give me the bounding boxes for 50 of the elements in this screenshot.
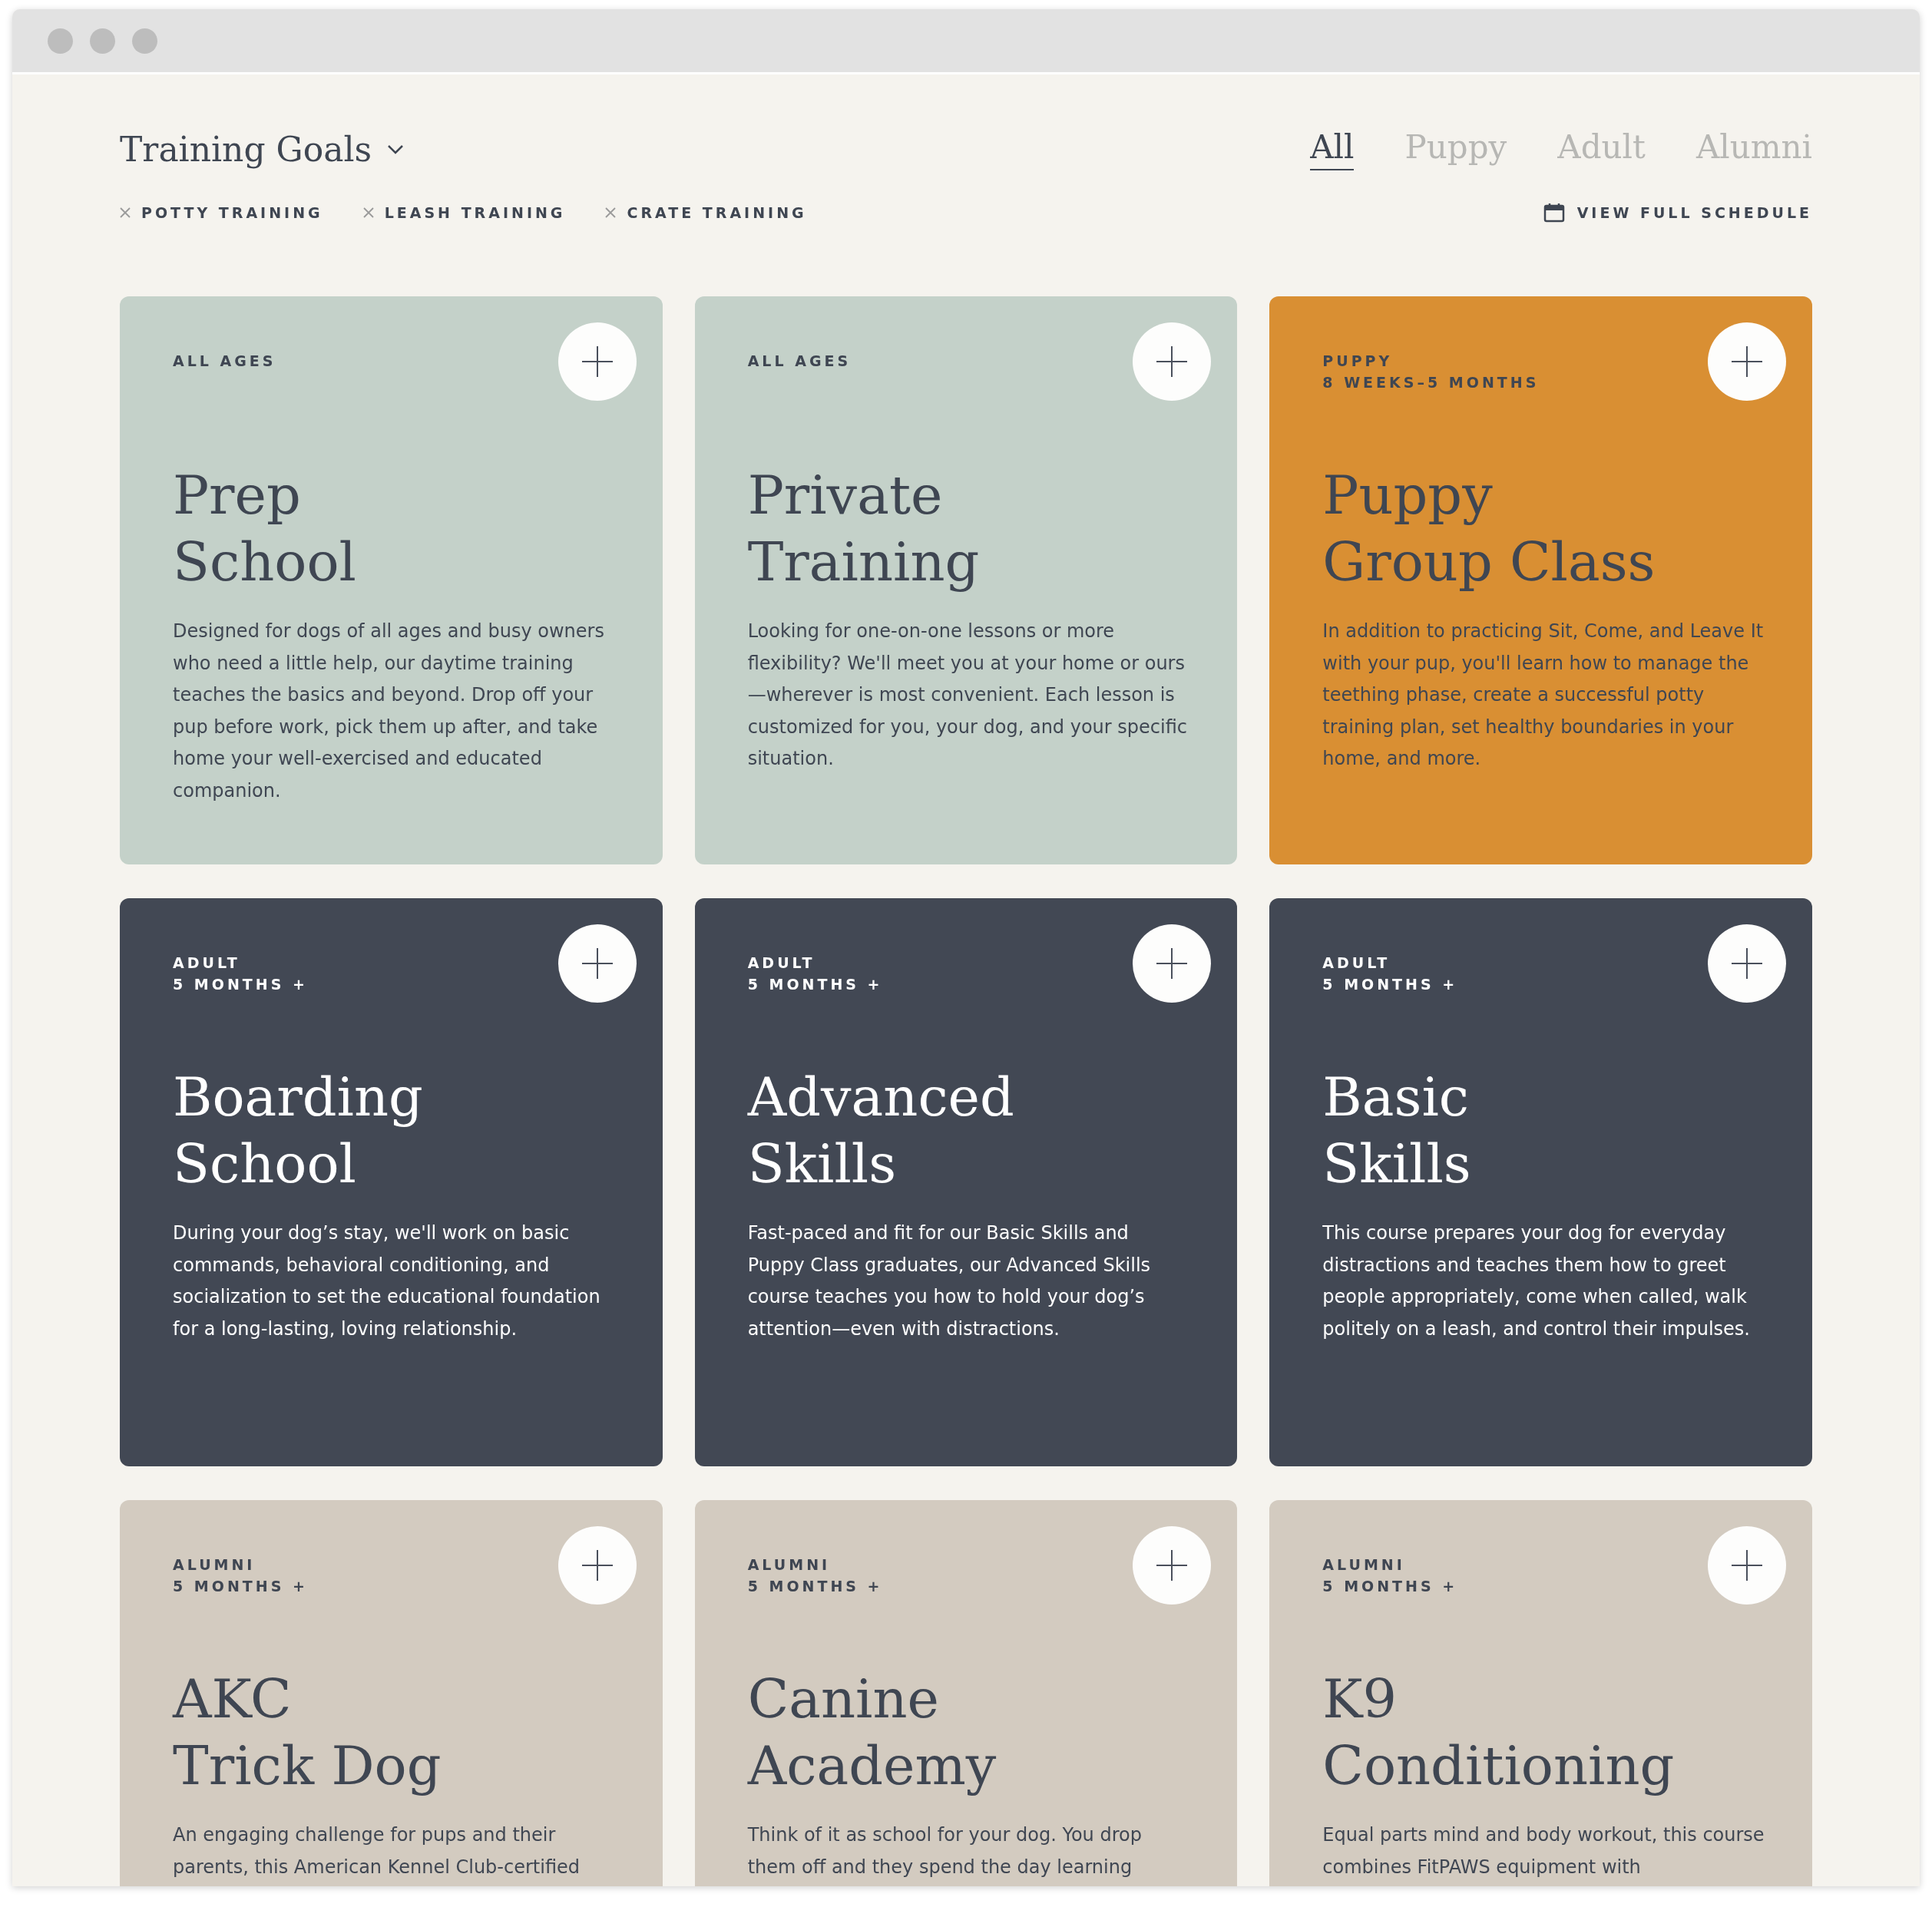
- course-title: AKC Trick Dog: [173, 1667, 442, 1799]
- course-description: Think of it as school for your dog. You drop them off and they spend the day learning: [747, 1823, 1143, 1879]
- plus-icon: [1732, 346, 1762, 377]
- age-label: ALL AGES: [747, 352, 852, 371]
- age-label: ADULT 5 MONTHS +: [1322, 954, 1458, 994]
- age-label: ADULT 5 MONTHS +: [173, 954, 308, 994]
- close-icon: [362, 207, 374, 218]
- plus-icon: [581, 948, 613, 979]
- chevron-down-icon: [387, 144, 405, 155]
- close-icon: [120, 207, 131, 218]
- age-label: ADULT 5 MONTHS +: [747, 954, 883, 994]
- age-label: ALL AGES: [173, 352, 276, 371]
- course-description: Fast-paced and fit for our Basic Skills and Puppy Class graduates, our Advanced Skills course teaches you how to hold your dog’s attention—even with distractions.: [747, 1221, 1152, 1341]
- age-label: ALUMNI 5 MONTHS +: [173, 1555, 308, 1596]
- calendar-icon: [1543, 203, 1565, 223]
- age-label: ALUMNI 5 MONTHS +: [747, 1555, 883, 1596]
- course-title: K9 Conditioning: [1322, 1667, 1675, 1799]
- training-goals-dropdown[interactable]: Training Goals: [120, 130, 405, 169]
- course-title: Boarding School: [173, 1065, 423, 1197]
- course-description: An engaging challenge for pups and their parents, this American Kennel Club-certified: [173, 1823, 581, 1879]
- close-icon: [605, 207, 617, 218]
- course-title: Private Training: [747, 463, 980, 595]
- plus-icon: [581, 1550, 613, 1581]
- filter-chip[interactable]: CRATE TRAINING: [605, 204, 807, 221]
- window-dot[interactable]: [132, 28, 157, 54]
- filter-tab[interactable]: All: [1310, 128, 1355, 170]
- course-description: Designed for dogs of all ages and busy owners who need a little help, our daytime training teaches the basics and beyond. Drop off your pup before work, pick them up after, and take home your well-exercised and educated companion.: [173, 620, 605, 803]
- course-title: Canine Academy: [747, 1667, 997, 1799]
- course-description: In addition to practicing Sit, Come, and Leave It with your pup, you'll learn how to manage the teething phase, create a successful potty training plan, set healthy boundaries in your home, and more.: [1322, 620, 1765, 771]
- plus-icon: [1732, 948, 1762, 979]
- course-title: Basic Skills: [1322, 1065, 1471, 1197]
- course-description: This course prepares your dog for everyday distractions and teaches them how to greet people appropriately, come when called, walk politely on a leash, and control their impulses.: [1322, 1221, 1751, 1341]
- plus-icon: [1156, 948, 1188, 979]
- filter-chip[interactable]: POTTY TRAINING: [120, 204, 323, 221]
- window-dot[interactable]: [48, 28, 73, 54]
- age-label: ALUMNI 5 MONTHS +: [1322, 1555, 1458, 1596]
- plus-icon: [581, 346, 613, 377]
- filter-chip[interactable]: LEASH TRAINING: [362, 204, 566, 221]
- age-label: PUPPY 8 WEEKS–5 MONTHS: [1322, 352, 1540, 392]
- plus-icon: [1732, 1550, 1762, 1581]
- course-title: Advanced Skills: [747, 1065, 1014, 1197]
- course-description: Equal parts mind and body workout, this course combines FitPAWS equipment with: [1322, 1823, 1765, 1879]
- course-title: Prep School: [173, 463, 356, 595]
- course-description: Looking for one-on-one lessons or more flexibility? We'll meet you at your home or ours—wherever is most convenient. Each lesson is customized for you, your dog, and your specific situation.: [747, 620, 1188, 771]
- course-title: Puppy Group Class: [1322, 463, 1656, 595]
- course-description: During your dog’s stay, we'll work on basic commands, behavioral conditioning, and socialization to set the educational foundation for a long-lasting, loving relationship.: [173, 1221, 601, 1341]
- plus-icon: [1156, 1550, 1188, 1581]
- window-dot[interactable]: [90, 28, 115, 54]
- view-schedule-link[interactable]: VIEW FULL SCHEDULE: [1543, 203, 1812, 223]
- plus-icon: [1156, 346, 1188, 377]
